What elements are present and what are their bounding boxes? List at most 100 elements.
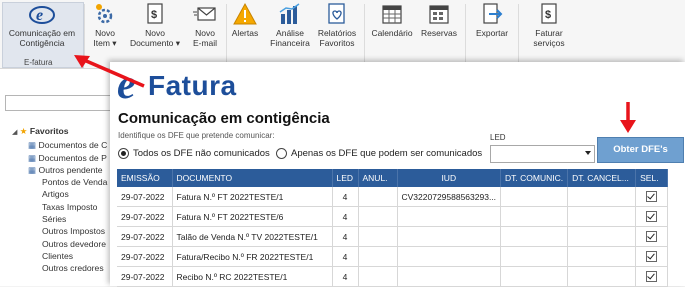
calendario-button[interactable]: Calendário	[367, 2, 417, 38]
grid-icon: ▦	[28, 140, 37, 151]
checkbox-checked-icon[interactable]	[646, 191, 658, 203]
cell-anul	[358, 266, 398, 287]
header-anul[interactable]: ANUL.	[358, 169, 398, 187]
novo-item-button[interactable]: Novo Item ▾	[86, 2, 124, 48]
cell-anul	[358, 246, 398, 267]
cell-dt-comunic	[500, 226, 569, 247]
analise-financeira-button[interactable]: Análise Financeira	[266, 2, 314, 48]
radio-todos-label: Todos os DFE não comunicados	[133, 148, 270, 159]
table-row[interactable]: 29-07-2022 Fatura N.º FT 2022TESTE/6 4	[117, 206, 669, 227]
radio-apenas-dfe[interactable]: Apenas os DFE que podem ser comunicados	[276, 148, 482, 159]
relatorios-favoritos-button[interactable]: Relatórios Favoritos	[316, 2, 358, 48]
svg-text:e: e	[36, 7, 43, 24]
header-iud[interactable]: IUD	[397, 169, 502, 187]
invoice-euro-icon: $	[541, 3, 557, 24]
analise-label-2: Financeira	[270, 38, 310, 48]
gear-star-icon	[96, 4, 113, 24]
cell-dt-comunic	[500, 246, 569, 267]
cell-sel[interactable]	[635, 206, 669, 227]
cell-anul	[358, 187, 398, 207]
cell-dt-cancel	[567, 246, 637, 267]
reservas-button[interactable]: Reservas	[418, 2, 460, 38]
tree-item[interactable]: ▦ Documentos de C	[0, 139, 107, 151]
radio-unselected-icon[interactable]	[276, 148, 287, 159]
grid-icon: ▦	[28, 164, 37, 175]
calendar-icon	[382, 5, 402, 24]
tree-item[interactable]: Clientes	[0, 250, 107, 262]
radio-selected-icon[interactable]	[118, 148, 129, 159]
cell-anul	[358, 206, 398, 227]
cell-dt-comunic	[500, 206, 569, 227]
radio-todos-dfe[interactable]: Todos os DFE não comunicados	[118, 148, 270, 159]
table-row[interactable]: 29-07-2022 Fatura/Recibo N.º FR 2022TEST…	[117, 246, 669, 267]
relatorios-label-1: Relatórios	[317, 28, 357, 38]
header-emissao[interactable]: EMISSÃO	[117, 169, 173, 187]
bar-chart-icon	[279, 3, 300, 24]
novo-documento-label-2: Documento ▾	[129, 38, 181, 48]
tree-item[interactable]: Outros devedore	[0, 238, 107, 250]
cell-dt-cancel	[567, 206, 637, 227]
tree-item[interactable]: Taxas Imposto	[0, 201, 107, 213]
tree-item[interactable]: ▦ Documentos de P	[0, 152, 107, 164]
tree-item[interactable]: Pontos de Venda	[0, 176, 107, 188]
cell-documento: Recibo N.º RC 2022TESTE/1	[172, 266, 333, 287]
expand-arrow-icon[interactable]: ◢	[12, 129, 17, 136]
export-icon	[483, 3, 503, 24]
cell-sel[interactable]	[635, 246, 669, 267]
ribbon-separator	[364, 4, 365, 62]
faturar-servicos-button[interactable]: $ Faturar serviços	[526, 2, 572, 48]
novo-email-label-2: E-mail	[192, 38, 218, 48]
svg-text:$: $	[151, 9, 157, 21]
led-label: LED	[490, 133, 506, 142]
checkbox-checked-icon[interactable]	[646, 231, 658, 243]
favorites-node[interactable]: ◢ ★ Favoritos	[0, 125, 107, 139]
reservas-label: Reservas	[421, 28, 457, 38]
tree-item[interactable]: Outros Impostos	[0, 225, 107, 237]
alertas-button[interactable]: Alertas	[228, 2, 262, 38]
cell-led: 4	[332, 206, 359, 227]
cell-anul	[358, 226, 398, 247]
ribbon-separator	[518, 4, 519, 62]
cell-dt-cancel	[567, 226, 637, 247]
analise-label-1: Análise	[276, 28, 304, 38]
cell-documento: Fatura/Recibo N.º FR 2022TESTE/1	[172, 246, 333, 267]
exportar-button[interactable]: Exportar	[470, 2, 514, 38]
led-select[interactable]	[490, 145, 595, 163]
tree-item[interactable]: ▦ Outros pendente	[0, 164, 107, 176]
tree-item[interactable]: Artigos	[0, 188, 107, 200]
dialog-subtitle: Identifique os DFE que pretende comunica…	[118, 131, 275, 140]
table-row[interactable]: 29-07-2022 Fatura N.º FT 2022TESTE/1 4 C…	[117, 187, 669, 207]
header-led[interactable]: LED	[332, 169, 359, 187]
novo-item-label-1: Novo	[95, 28, 115, 38]
tree-item[interactable]: Outros credores	[0, 262, 107, 274]
comunicacao-contigencia-button[interactable]: e Comunicação em Contigência	[4, 2, 80, 48]
obter-dfes-button[interactable]: Obter DFE's	[597, 137, 684, 163]
dropdown-arrow-icon[interactable]	[585, 151, 591, 155]
novo-email-button[interactable]: Novo E-mail	[188, 2, 222, 48]
tree-item-label: Outros pendente	[38, 164, 103, 175]
table-row[interactable]: 29-07-2022 Recibo N.º RC 2022TESTE/1 4	[117, 266, 669, 287]
cell-sel[interactable]	[635, 187, 669, 207]
comunicacao-label-1: Comunicação em	[8, 28, 76, 38]
cell-sel[interactable]	[635, 266, 669, 287]
novo-documento-button[interactable]: $ Novo Documento ▾	[126, 2, 184, 48]
star-icon: ★	[19, 126, 28, 136]
cell-sel[interactable]	[635, 226, 669, 247]
document-euro-icon: $	[147, 3, 163, 24]
header-sel[interactable]: SEL.	[635, 169, 669, 187]
header-dt-cancel[interactable]: DT. CANCEL...	[567, 169, 637, 187]
tree-item[interactable]: Séries	[0, 213, 107, 225]
envelope-icon	[193, 7, 216, 21]
cell-dt-comunic	[500, 266, 569, 287]
calendario-label: Calendário	[371, 28, 413, 38]
ribbon-separator	[465, 4, 466, 62]
table-row[interactable]: 29-07-2022 Talão de Venda N.º TV 2022TES…	[117, 226, 669, 247]
header-dt-comunic[interactable]: DT. COMUNIC.	[500, 169, 569, 187]
checkbox-checked-icon[interactable]	[646, 251, 658, 263]
navigation-search-input[interactable]	[5, 95, 111, 111]
annotation-arrow-icon	[74, 55, 145, 88]
checkbox-checked-icon[interactable]	[646, 271, 658, 283]
header-documento[interactable]: DOCUMENTO	[172, 169, 333, 187]
checkbox-checked-icon[interactable]	[646, 211, 658, 223]
favorites-tree: ◢ ★ Favoritos ▦ Documentos de C ▦ Docume…	[0, 125, 107, 275]
